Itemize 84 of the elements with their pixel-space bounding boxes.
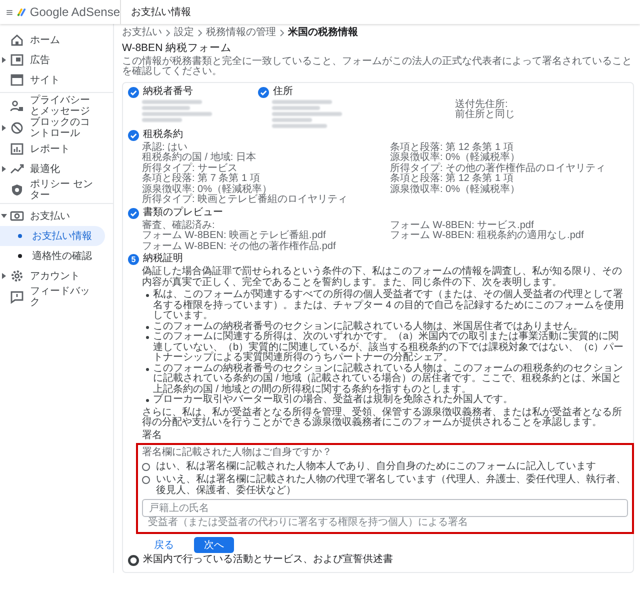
shield-icon (10, 183, 24, 197)
sidebar-item[interactable]: ポリシー センター (0, 179, 105, 201)
treaty-detail: 源泉徴収率: 0%（軽減税率） (142, 184, 272, 195)
file-link[interactable]: フォーム W-8BEN: 租税条約の適用なし.pdf (390, 231, 628, 242)
app-name: Google AdSense (30, 5, 120, 19)
sidebar-item[interactable]: 最適化 (0, 159, 105, 179)
certification-text: 偽証した場合偽証罪で罰せられるという条件の下、私はこのフォームの情報を調査し、私が知る限り、その内容が真実で正しく、完全であることを誓約します。また、同じ条件の下、次を表明します。 (142, 267, 623, 288)
radio-button[interactable] (142, 462, 150, 471)
field-hint: 受益者（または受益者の代わりに署名する権限を持つ個人）による署名 (147, 518, 469, 529)
breadcrumb-current: 米国の税務情報 (288, 28, 358, 38)
sidebar-item[interactable]: お支払い (0, 206, 105, 226)
review-note: 審査、確認済み: (142, 220, 216, 231)
next-button[interactable]: 次へ (194, 536, 234, 553)
signature-label: 署名 (142, 430, 163, 442)
person-lock-icon (10, 99, 24, 113)
form-description: この情報が税務書類と完全に一致していること、フォームがこの法人の正式な代表者によって署名されていることを確認してください。 (122, 56, 633, 78)
file-link[interactable]: フォーム W-8BEN: 映画とテレビ番組.pdf (142, 231, 380, 242)
bullet-icon (146, 336, 149, 340)
radio-label: いいえ、私は署名欄に記載された人物の代理で署名しています（代理人、弁護士、委任代理人、執行者、後見人、保護者、委任状など） (156, 475, 627, 496)
name-field[interactable]: 戸籍上の氏名 (142, 499, 628, 518)
section-title: 租税条約 (143, 130, 183, 140)
sidebar-item[interactable]: レポート (0, 139, 105, 159)
trend-icon (10, 162, 24, 176)
step-number: 5 (128, 254, 139, 266)
file-link[interactable]: フォーム W-8BEN: その他の著作権作品.pdf (142, 242, 380, 252)
sidebar-item[interactable]: 適格性の確認 (0, 246, 105, 266)
sidebar-item[interactable]: お支払い情報 (0, 226, 105, 246)
bullet-icon (146, 294, 149, 298)
treaty-detail: 承認: はい (142, 142, 189, 153)
file-link[interactable]: フォーム W-8BEN: サービス.pdf (390, 220, 628, 232)
bullet-icon (146, 326, 149, 329)
sidebar-item[interactable]: フィードバック (0, 286, 105, 308)
home-icon (10, 33, 24, 47)
certification-item: このフォームの納税者番号のセクションに記載されている人物は、米国居住者ではありません。 (153, 322, 583, 332)
section-title: 住所 (273, 86, 293, 98)
bullet-icon (146, 368, 149, 371)
bullet-icon (146, 399, 149, 402)
blurred-text-drawing (142, 100, 212, 122)
payment-card-icon (10, 209, 24, 223)
radio-label: はい、私は署名欄に記載された人物本人であり、自分自身のためにこのフォームに記入しています (156, 462, 596, 472)
treaty-detail: 源泉徴収率: 0%（軽減税率） (390, 184, 522, 196)
treaty-detail: 源泉徴収率: 0%（軽減税率） (390, 153, 520, 164)
certification-text: さらに、私は、私が受益者となる所得を管理、受領、保管する源泉徴収義務者、または私が受益者となる所得の分配や支払いを行うことができる源泉徴収義務者にこのフォームが提供されることを承認します。 (142, 408, 623, 429)
treaty-detail: 所得タイプ: 映画とテレビ番組のロイヤリティ (142, 195, 349, 206)
sidebar-item[interactable]: サイト (0, 70, 105, 90)
breadcrumb-link[interactable]: 設定 (174, 28, 194, 38)
sidebar-item[interactable]: プライバシーとメッセージ (0, 95, 105, 117)
address-text: 送付先住所: (455, 100, 509, 110)
chevron-right-icon (279, 29, 285, 38)
certification-item: ブローカー取引やバーター取引の場合、受益者は規制を免除された外国人です。 (153, 395, 513, 406)
certification-item: 私は、このフォームが関連するすべての所得の個人受益者です（または、その個人受益者の代理として署名する権限を持っています）。または、チャプター 4 の目的で自己を記録するためにこのフォームを使用しています。 (153, 290, 626, 322)
website-icon (10, 73, 24, 87)
question-label: 署名欄に記載された人物はご自身ですか？ (142, 448, 333, 459)
treaty-detail: 条項と段落: 第 7 条第 1 項 (142, 174, 260, 184)
form-title: W-8BEN 納税フォーム (122, 42, 233, 54)
treaty-detail: 租税条約の国 / 地域: 日本 (142, 153, 257, 164)
page-title: お支払い情報 (120, 0, 191, 24)
treaty-detail: 条項と段落: 第 12 条第 1 項 (390, 174, 514, 184)
section-title: 納税証明 (143, 254, 183, 265)
report-icon (10, 142, 24, 156)
treaty-detail: 所得タイプ: サービス (142, 164, 239, 174)
block-icon (10, 121, 24, 135)
treaty-detail: 所得タイプ: その他の著作権作品のロイヤリティ (390, 164, 607, 174)
gear-icon (10, 269, 24, 283)
section-title: 納税者番号 (143, 86, 193, 98)
feedback-icon (10, 290, 24, 304)
breadcrumb-link[interactable]: 税務情報の管理 (206, 28, 276, 38)
sidebar-item[interactable]: アカウント (0, 266, 105, 286)
chevron-right-icon (165, 29, 171, 38)
blurred-text-drawing (272, 100, 342, 128)
sidebar-item[interactable]: ブロックのコントロール (0, 117, 105, 139)
sidebar-item[interactable]: 広告 (0, 50, 105, 70)
chevron-right-icon (197, 29, 203, 38)
certification-item: このフォームの納税者番号のセクションに記載されている人物は、このフォームの租税条約のセクションに記載されている条約の国 / 地域（記載されている場合）の居住者です。ここで、租税条約とは、米国と上記条約の国 / 地域との間の所得税に関する条約を指すものとします。 (153, 364, 624, 395)
certification-item: このフォームに関連する所得は、次のいずれかです。（a）米国内での取引または事業活動に実質的に関連していない、（b）実質的に関連しているが、該当する租税条約の下では課税対象ではない、（c）パートナーシップによる実質関連所得のうちパートナーの分配シェア。 (153, 332, 625, 364)
ad-window-icon (10, 53, 24, 67)
back-button[interactable]: 戻る (144, 536, 184, 553)
section-title: 米国内で行っている活動とサービス、および宣誓供述書 (143, 554, 393, 566)
section-title: 書類のプレビュー (143, 208, 223, 218)
breadcrumb-link[interactable]: お支払い (122, 28, 162, 38)
treaty-detail: 条項と段落: 第 12 条第 1 項 (390, 142, 514, 153)
sidebar-item[interactable]: ホーム (0, 30, 105, 50)
radio-button[interactable] (142, 476, 150, 484)
address-text: 前住所と同じ (455, 110, 516, 121)
